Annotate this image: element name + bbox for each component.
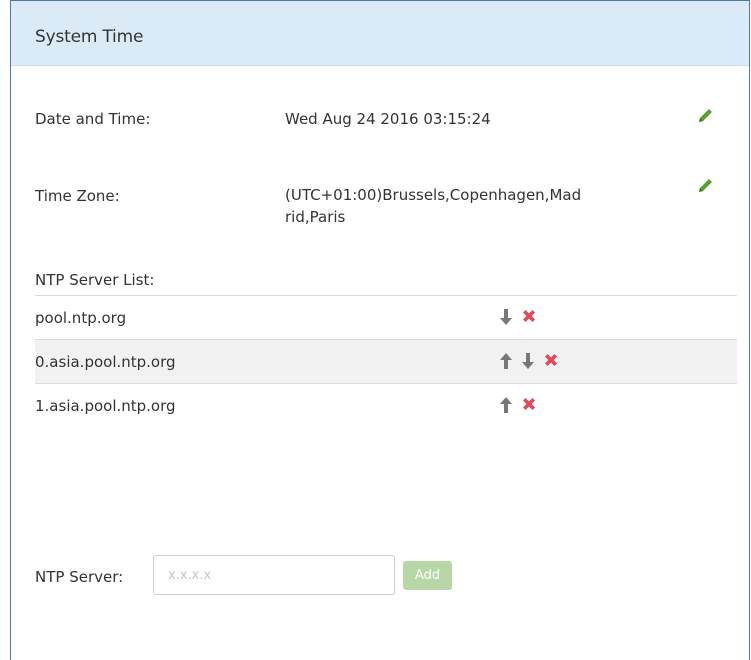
panel-header: System Time xyxy=(11,1,749,66)
edit-date-time-pencil-icon[interactable] xyxy=(695,106,715,126)
move-up-icon[interactable] xyxy=(499,352,515,370)
add-ntp-server-button[interactable]: Add xyxy=(403,561,452,590)
delete-icon[interactable] xyxy=(543,352,559,370)
ntp-server-table: pool.ntp.org 0.asia.pool.ntp.org 1.asia.… xyxy=(35,295,737,430)
ntp-server-host: 1.asia.pool.ntp.org xyxy=(35,397,176,415)
ntp-row-actions xyxy=(499,306,537,328)
time-zone-label: Time Zone: xyxy=(35,187,120,205)
date-time-label: Date and Time: xyxy=(35,110,151,128)
system-time-panel: System Time Date and Time: Wed Aug 24 20… xyxy=(10,0,750,660)
ntp-row-actions xyxy=(499,394,537,416)
time-zone-value-line1: (UTC+01:00)Brussels,Copenhagen,Mad xyxy=(285,186,582,204)
ntp-server-list-label: NTP Server List: xyxy=(35,271,155,289)
ntp-server-host: pool.ntp.org xyxy=(35,309,127,327)
ntp-server-input[interactable] xyxy=(153,555,395,595)
ntp-server-row: 0.asia.pool.ntp.org xyxy=(35,340,737,384)
time-zone-value-line2: rid,Paris xyxy=(285,208,346,226)
ntp-server-host: 0.asia.pool.ntp.org xyxy=(35,353,176,371)
edit-time-zone-pencil-icon[interactable] xyxy=(695,176,715,196)
delete-icon[interactable] xyxy=(521,308,537,326)
move-down-icon[interactable] xyxy=(499,308,515,326)
time-zone-value: (UTC+01:00)Brussels,Copenhagen,Mad rid,P… xyxy=(285,184,581,228)
ntp-server-label: NTP Server: xyxy=(35,568,124,586)
move-up-icon[interactable] xyxy=(499,396,515,414)
ntp-server-row: 1.asia.pool.ntp.org xyxy=(35,384,737,430)
delete-icon[interactable] xyxy=(521,396,537,414)
panel-title: System Time xyxy=(35,27,144,47)
ntp-row-actions xyxy=(499,350,559,372)
date-time-value: Wed Aug 24 2016 03:15:24 xyxy=(285,110,491,128)
move-down-icon[interactable] xyxy=(521,352,537,370)
ntp-server-row: pool.ntp.org xyxy=(35,296,737,340)
